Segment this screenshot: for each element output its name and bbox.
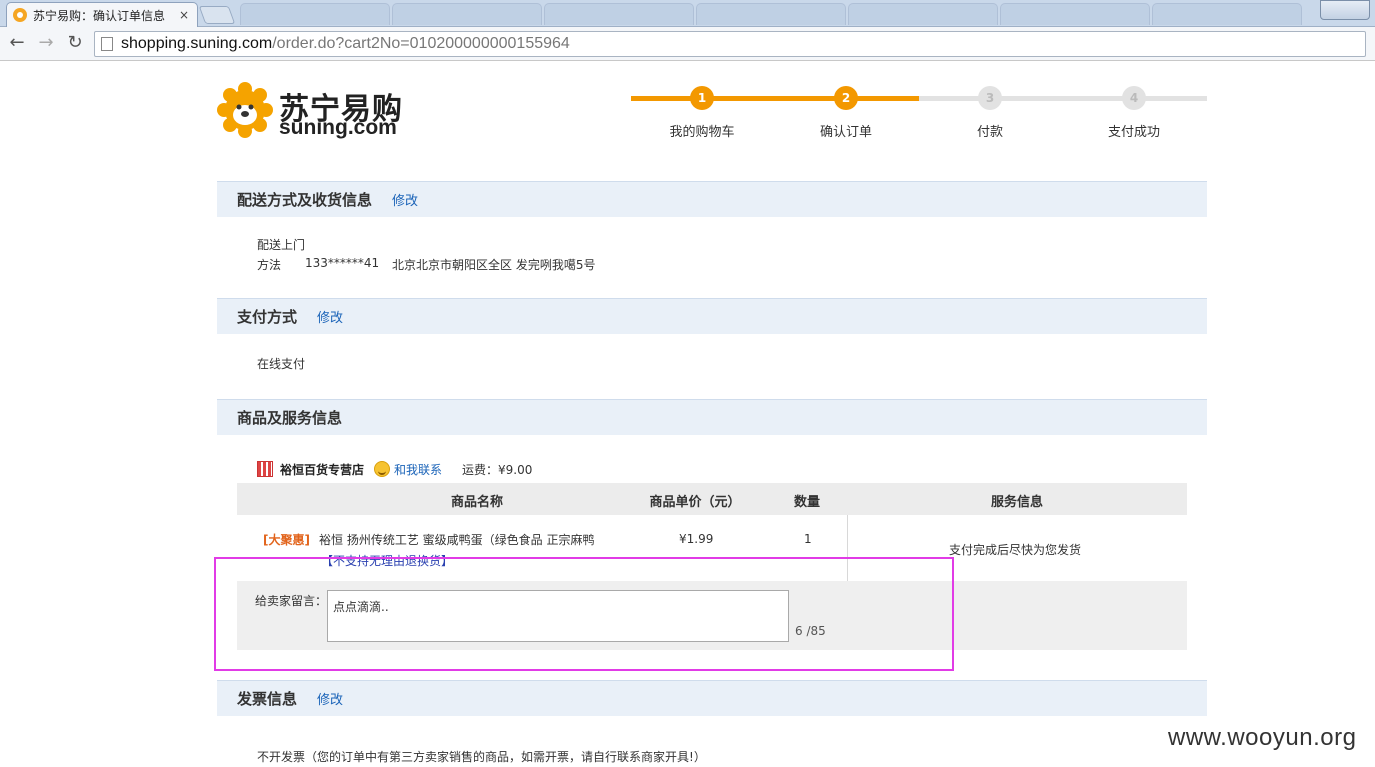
window-controls[interactable]	[1320, 0, 1370, 20]
invoice-text: 不开发票（您的订单中有第三方卖家销售的商品，如需开票，请自行联系商家开具!）	[257, 750, 706, 764]
store-icon	[257, 461, 273, 477]
invoice-title: 发票信息	[237, 690, 298, 708]
browser-tab-bar: 苏宁易购：确认订单信息 ×	[0, 0, 1375, 27]
browser-tab[interactable]	[240, 3, 390, 25]
product-name[interactable]: 裕恒 扬州传统工艺 蜜级咸鸭蛋（绿色食品 正宗麻鸭	[319, 531, 594, 548]
col-header-qty: 数量	[793, 495, 820, 510]
delivery-edit-link[interactable]: 修改	[392, 190, 418, 209]
invoice-edit-link[interactable]: 修改	[317, 689, 343, 708]
step-3-label: 付款	[976, 125, 1003, 140]
table-row: [大聚惠] 裕恒 扬州传统工艺 蜜级咸鸭蛋（绿色食品 正宗麻鸭 【不支持无理由退…	[237, 515, 1187, 581]
suning-favicon-icon	[13, 8, 27, 22]
col-header-name: 商品名称	[450, 495, 503, 510]
goods-table-header: 商品名称 商品单价（元） 数量 服务信息	[237, 483, 1187, 515]
new-tab-button[interactable]	[198, 6, 236, 24]
reload-button[interactable]: ↻	[64, 33, 86, 55]
recipient-phone: 133******41	[305, 256, 380, 270]
quantity: 1	[804, 532, 812, 546]
invoice-section-header: 发票信息 修改	[217, 680, 1207, 716]
browser-tab[interactable]	[392, 3, 542, 25]
browser-tab[interactable]	[696, 3, 846, 25]
forward-button[interactable]: →	[35, 33, 57, 55]
step-3-dot: 3	[978, 86, 1002, 110]
suning-logo[interactable]: 苏宁易购 suning.com	[217, 82, 417, 142]
progress-line-pending	[919, 96, 1207, 101]
payment-method: 在线支付	[257, 357, 306, 371]
promo-tag[interactable]: [大聚惠]	[263, 531, 310, 548]
tab-title: 苏宁易购：确认订单信息	[33, 8, 166, 23]
unit-price: ¥1.99	[679, 532, 714, 546]
back-button[interactable]: ←	[6, 33, 28, 55]
order-progress: 1 我的购物车 2 确认订单 3 付款 4 支付成功	[631, 86, 1207, 146]
browser-tab-active[interactable]: 苏宁易购：确认订单信息 ×	[6, 2, 198, 27]
smile-icon	[374, 461, 391, 477]
url-path: /order.do?cart2No=010200000000155964	[272, 35, 570, 52]
column-divider	[847, 515, 848, 581]
shipping-fee: 运费：¥9.00	[462, 462, 533, 477]
service-info: 支付完成后尽快为您发货	[949, 543, 1082, 557]
watermark: www.wooyun.org	[1168, 724, 1357, 751]
address-bar[interactable]: shopping.suning.com/order.do?cart2No=010…	[94, 31, 1366, 57]
message-char-count: 6 /85	[795, 624, 826, 638]
logo-text-en: suning.com	[279, 116, 397, 139]
lion-logo-icon	[217, 82, 273, 138]
goods-title: 商品及服务信息	[237, 409, 343, 427]
delivery-title: 配送方式及收货信息	[237, 191, 373, 209]
seller-message-row: 给卖家留言： 点点滴滴.. 6 /85	[237, 581, 1187, 650]
col-header-service: 服务信息	[990, 495, 1043, 510]
progress-line-done	[631, 96, 919, 101]
tab-close-icon[interactable]: ×	[177, 8, 191, 22]
payment-edit-link[interactable]: 修改	[317, 307, 343, 326]
store-name[interactable]: 裕恒百货专营店	[280, 461, 364, 478]
browser-tab[interactable]	[1000, 3, 1150, 25]
return-policy-note: 【不支持无理由退换货】	[321, 554, 454, 568]
payment-section-header: 支付方式 修改	[217, 298, 1207, 334]
goods-section-header: 商品及服务信息	[217, 399, 1207, 435]
browser-tab[interactable]	[1152, 3, 1302, 25]
step-4-label: 支付成功	[1107, 125, 1160, 140]
delivery-section-header: 配送方式及收货信息 修改	[217, 181, 1207, 217]
browser-tab[interactable]	[848, 3, 998, 25]
browser-toolbar: ← → ↻ shopping.suning.com/order.do?cart2…	[0, 27, 1375, 61]
url-host: shopping.suning.com	[121, 35, 273, 52]
step-2-dot: 2	[834, 86, 858, 110]
seller-message-label: 给卖家留言：	[255, 594, 328, 608]
page-icon	[101, 37, 113, 51]
recipient-address: 北京北京市朝阳区全区 发完咧我噶5号	[392, 258, 596, 272]
delivery-method: 配送上门	[257, 238, 306, 252]
store-row: 裕恒百货专营店 和我联系 运费：¥9.00	[257, 460, 532, 478]
recipient-name: 方法	[257, 258, 282, 272]
step-4-dot: 4	[1122, 86, 1146, 110]
step-1-label: 我的购物车	[669, 125, 735, 140]
payment-title: 支付方式	[237, 308, 298, 326]
step-2-label: 确认订单	[819, 125, 872, 140]
col-header-price: 商品单价（元）	[649, 495, 741, 510]
step-1-dot: 1	[690, 86, 714, 110]
browser-tab[interactable]	[544, 3, 694, 25]
seller-message-input[interactable]: 点点滴滴..	[327, 590, 789, 642]
contact-seller-link[interactable]: 和我联系	[394, 461, 442, 478]
